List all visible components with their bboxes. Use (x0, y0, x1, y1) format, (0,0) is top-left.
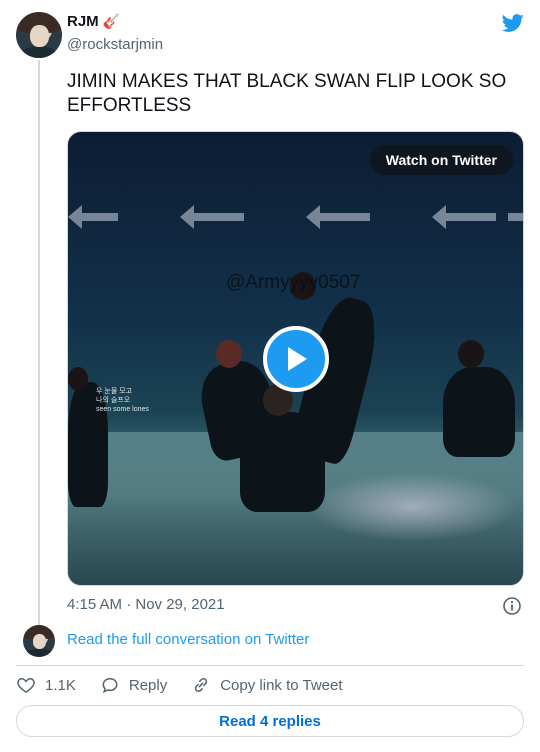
author-name[interactable]: RJM (67, 13, 99, 30)
dancer-left-head (68, 367, 88, 391)
action-bar: 1.1K Reply Copy link to Tweet (16, 674, 367, 696)
tweet-embed-card: RJM 🎸 @rockstarjmin JIMIN MAKES THAT BLA… (0, 0, 540, 752)
author-handle[interactable]: @rockstarjmin (67, 36, 163, 53)
dancer-right-head (458, 340, 484, 368)
link-icon (195, 677, 208, 693)
guitar-emoji-icon: 🎸 (102, 13, 121, 29)
twitter-bird-icon[interactable] (500, 12, 526, 34)
dancer-kneeling-head (216, 340, 242, 368)
reply-button[interactable]: Reply (100, 675, 167, 695)
video-thumbnail[interactable]: 우 눈물 모고 나의 슬프오 seen some lones @Armyyyy0… (67, 131, 524, 586)
dancer-right (443, 367, 515, 457)
tweet-timestamp[interactable]: 4:15 AM · Nov 29, 2021 (67, 596, 225, 613)
copy-link-button[interactable]: Copy link to Tweet (191, 675, 343, 695)
conversation-avatar[interactable] (23, 625, 55, 657)
info-icon[interactable] (502, 596, 522, 616)
video-caption-text: 우 눈물 모고 나의 슬프오 seen some lones (96, 388, 149, 413)
like-button[interactable]: 1.1K (16, 675, 76, 695)
reply-icon (102, 677, 118, 694)
read-replies-button[interactable]: Read 4 replies (16, 705, 524, 737)
author-avatar[interactable] (16, 12, 62, 58)
play-icon (288, 347, 307, 371)
video-watermark: @Armyyyy0507 (226, 272, 361, 293)
divider (16, 665, 524, 666)
tweet-text: JIMIN MAKES THAT BLACK SWAN FLIP LOOK SO… (67, 71, 507, 116)
heart-icon (17, 677, 35, 693)
reply-label: Reply (128, 676, 168, 694)
like-count: 1.1K (45, 676, 76, 694)
read-full-conversation-link[interactable]: Read the full conversation on Twitter (67, 631, 309, 648)
led-arrows-graphic (68, 205, 523, 229)
dancer-front (240, 412, 325, 512)
watch-on-twitter-button[interactable]: Watch on Twitter (369, 145, 513, 175)
floor-light (308, 472, 518, 542)
copy-link-label: Copy link to Tweet (220, 676, 343, 694)
thread-line (38, 60, 40, 625)
play-button[interactable] (263, 326, 329, 392)
author-name-row[interactable]: RJM 🎸 (67, 13, 120, 30)
